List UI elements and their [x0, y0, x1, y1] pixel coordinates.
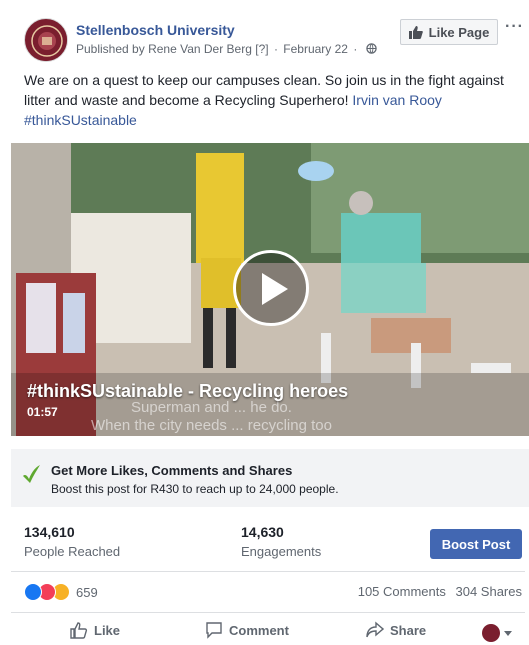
divider [11, 571, 525, 572]
tagged-person-link[interactable]: Irvin van Rooy [352, 92, 441, 108]
reactions-summary[interactable]: 659 [24, 583, 98, 601]
thumbs-up-outline-icon [70, 622, 88, 639]
chevron-down-icon [504, 630, 512, 636]
facebook-post: Stellenbosch University Published by Ren… [0, 0, 529, 645]
boost-promo-banner: Get More Likes, Comments and Shares Boos… [11, 449, 529, 507]
comments-shares-summary: 105 Comments 304 Shares [358, 584, 522, 599]
share-button[interactable]: Share [366, 621, 426, 639]
divider [11, 612, 525, 613]
people-reached-value: 134,610 [24, 524, 75, 540]
comment-icon [206, 622, 222, 639]
video-title: #thinkSUstainable - Recycling heroes [27, 381, 349, 401]
thumbs-up-icon [408, 25, 423, 39]
like-reaction-icon [24, 583, 42, 601]
boost-promo-text: Boost this post for R430 to reach up to … [51, 482, 339, 496]
publisher-info-link[interactable]: [?] [255, 42, 268, 56]
more-options-icon[interactable]: ··· [505, 18, 524, 36]
published-by-prefix: Published by [76, 42, 145, 56]
like-button[interactable]: Like [70, 621, 120, 639]
engagements-label: Engagements [241, 544, 322, 559]
play-icon [262, 273, 288, 305]
shares-count-link[interactable]: 304 Shares [456, 584, 523, 599]
reaction-count: 659 [76, 584, 98, 600]
comment-button[interactable]: Comment [205, 621, 289, 639]
page-avatar[interactable] [24, 18, 68, 62]
byline: Published by Rene Van Der Berg [?] · Feb… [76, 42, 377, 56]
video-caption-line-2: When the city needs ... recycling too [91, 417, 332, 434]
video-player[interactable]: Superman and ... he do. When the city ne… [11, 143, 529, 436]
video-duration: 01:57 [27, 405, 58, 419]
share-icon [366, 621, 384, 638]
leaf-checkmark-icon [23, 465, 40, 483]
hashtag-link[interactable]: #thinkSUstainable [24, 112, 137, 128]
share-label: Share [390, 622, 427, 638]
comments-count-link[interactable]: 105 Comments [358, 584, 446, 599]
page-name-link[interactable]: Stellenbosch University [76, 22, 235, 38]
like-page-button[interactable]: Like Page [400, 19, 498, 45]
engagements-value: 14,630 [241, 524, 284, 540]
globe-icon[interactable] [365, 43, 377, 54]
boost-post-button[interactable]: Boost Post [430, 529, 522, 559]
play-button[interactable] [233, 250, 309, 326]
publisher-name[interactable]: Rene Van Der Berg [148, 42, 252, 56]
post-text: We are on a quest to keep our campuses c… [24, 70, 519, 130]
like-label: Like [94, 622, 121, 638]
post-as-selector[interactable] [482, 624, 512, 642]
boost-promo-title: Get More Likes, Comments and Shares [51, 463, 293, 478]
comment-label: Comment [229, 622, 289, 638]
byline-separator: · [273, 42, 278, 56]
like-page-label: Like Page [428, 24, 490, 40]
people-reached-label: People Reached [24, 544, 121, 559]
post-date[interactable]: February 22 [283, 42, 348, 56]
byline-separator-2: · [353, 42, 358, 56]
page-avatar-small [482, 624, 500, 642]
